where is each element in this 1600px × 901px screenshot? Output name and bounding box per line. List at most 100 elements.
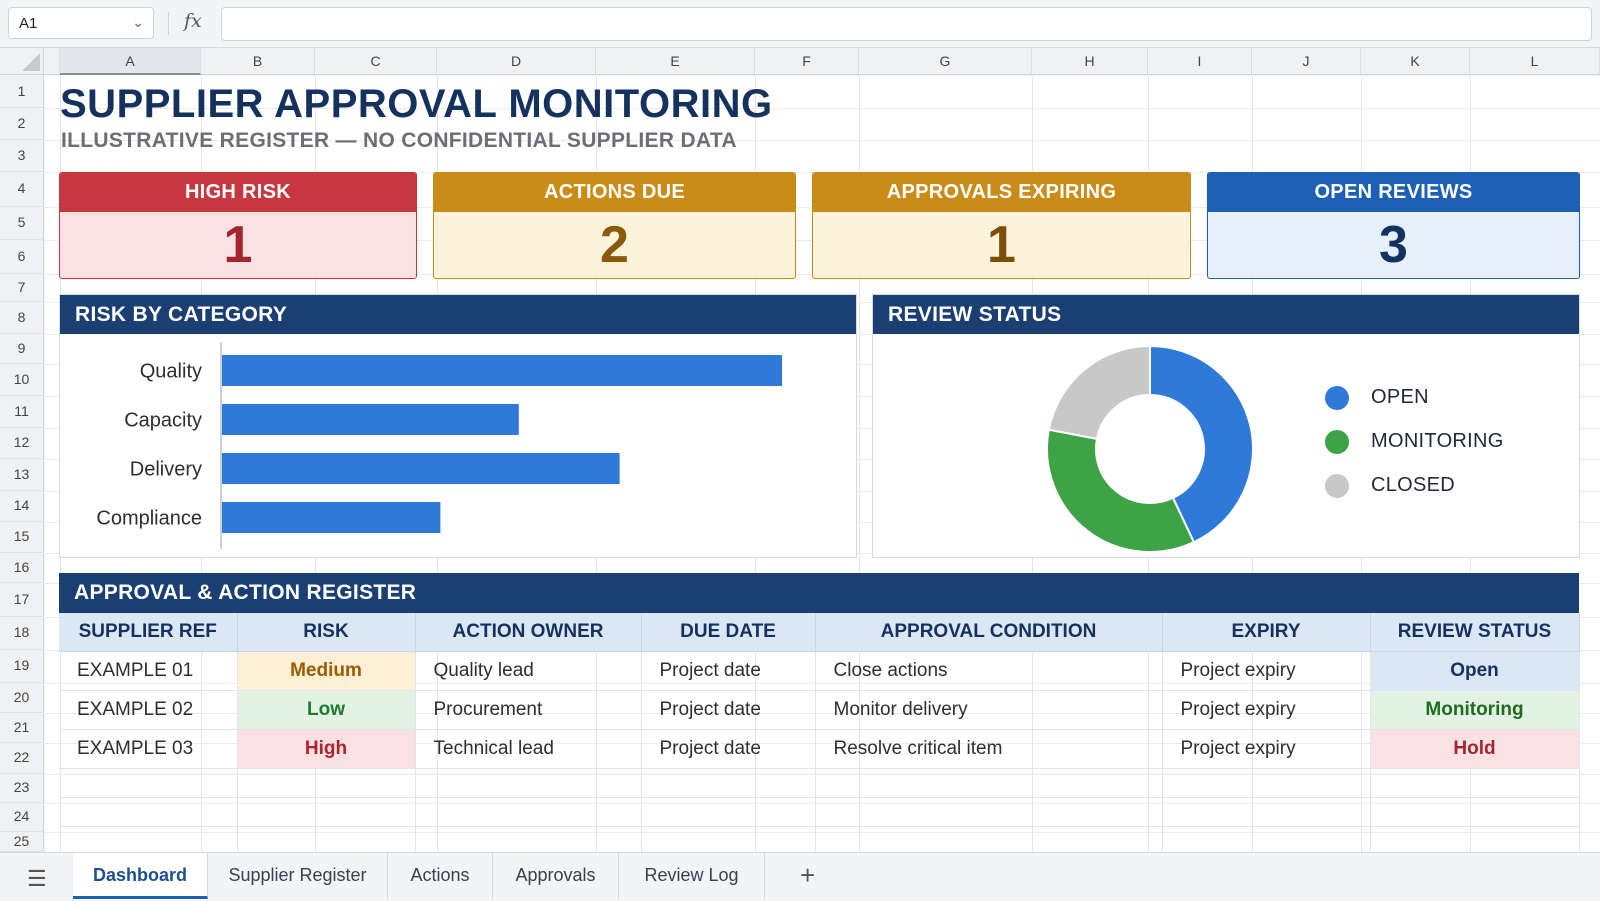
empty-cell[interactable] (1162, 768, 1371, 798)
row-header-3[interactable]: 3 (0, 140, 44, 172)
row-header-21[interactable]: 21 (0, 713, 44, 743)
column-header-review-status[interactable]: REVIEW STATUS (1370, 613, 1580, 652)
empty-cell[interactable] (415, 768, 642, 798)
kpi-card-actions-due[interactable]: ACTIONS DUE 2 (433, 172, 796, 279)
row-header-5[interactable]: 5 (0, 207, 44, 240)
select-all-corner[interactable] (0, 48, 44, 75)
row-header-17[interactable]: 17 (0, 583, 44, 617)
fx-icon[interactable]: fx (184, 10, 202, 32)
cell-expiry[interactable]: Project expiry (1162, 690, 1371, 730)
column-header-l[interactable]: L (1470, 48, 1600, 75)
column-header-due-date[interactable]: DUE DATE (641, 613, 816, 652)
column-header-supplier-ref[interactable]: SUPPLIER REF (59, 613, 238, 652)
row-header-23[interactable]: 23 (0, 774, 44, 803)
empty-cell[interactable] (1162, 797, 1371, 827)
cell-risk[interactable]: Medium (237, 651, 416, 691)
cell-supplier-ref[interactable]: EXAMPLE 01 (59, 651, 238, 691)
row-header-24[interactable]: 24 (0, 803, 44, 832)
column-header-c[interactable]: C (315, 48, 437, 75)
empty-cell[interactable] (59, 768, 238, 798)
cell-action-owner[interactable]: Procurement (415, 690, 642, 730)
row-header-1[interactable]: 1 (0, 76, 44, 108)
column-header-risk[interactable]: RISK (237, 613, 416, 652)
empty-cell[interactable] (641, 768, 816, 798)
cell-action-owner[interactable]: Quality lead (415, 651, 642, 691)
row-header-10[interactable]: 10 (0, 364, 44, 396)
column-header-e[interactable]: E (596, 48, 755, 75)
cell-approval-condition[interactable]: Resolve critical item (815, 729, 1163, 769)
cell-supplier-ref[interactable]: EXAMPLE 03 (59, 729, 238, 769)
row-header-18[interactable]: 18 (0, 617, 44, 650)
empty-cell[interactable] (1370, 797, 1580, 827)
kpi-card-high-risk[interactable]: HIGH RISK 1 (59, 172, 417, 279)
column-header-action-owner[interactable]: ACTION OWNER (415, 613, 642, 652)
empty-cell[interactable] (1370, 768, 1580, 798)
cell-expiry[interactable]: Project expiry (1162, 729, 1371, 769)
column-header-gutter[interactable] (45, 48, 60, 75)
row-header-2[interactable]: 2 (0, 108, 44, 140)
row-header-16[interactable]: 16 (0, 553, 44, 583)
kpi-card-open-reviews[interactable]: OPEN REVIEWS 3 (1207, 172, 1580, 279)
row-header-22[interactable]: 22 (0, 743, 44, 774)
column-header-a[interactable]: A (60, 48, 201, 75)
cell-due-date[interactable]: Project date (641, 729, 816, 769)
row-header-11[interactable]: 11 (0, 396, 44, 428)
formula-input[interactable] (221, 7, 1592, 41)
row-header-6[interactable]: 6 (0, 240, 44, 274)
column-header-j[interactable]: J (1252, 48, 1361, 75)
row-header-15[interactable]: 15 (0, 522, 44, 553)
name-box[interactable]: A1 ⌄ (8, 7, 154, 39)
cell-review-status[interactable]: Monitoring (1370, 690, 1580, 730)
tab-actions[interactable]: Actions (388, 853, 493, 899)
tab-supplier-register[interactable]: Supplier Register (208, 853, 388, 899)
row-header-19[interactable]: 19 (0, 650, 44, 683)
column-header-expiry[interactable]: EXPIRY (1162, 613, 1371, 652)
tab-review-log[interactable]: Review Log (619, 853, 765, 899)
bar-quality[interactable] (222, 355, 782, 386)
tab-approvals[interactable]: Approvals (493, 853, 619, 899)
bar-compliance[interactable] (222, 502, 441, 533)
empty-cell[interactable] (815, 768, 1163, 798)
row-header-12[interactable]: 12 (0, 428, 44, 459)
cell-due-date[interactable]: Project date (641, 690, 816, 730)
empty-cell[interactable] (59, 797, 238, 827)
row-header-4[interactable]: 4 (0, 172, 44, 207)
column-header-b[interactable]: B (201, 48, 315, 75)
row-header-9[interactable]: 9 (0, 334, 44, 364)
empty-cell[interactable] (641, 797, 816, 827)
row-header-13[interactable]: 13 (0, 459, 44, 491)
cell-approval-condition[interactable]: Close actions (815, 651, 1163, 691)
risk-bar-chart[interactable]: Quality Capacity Delivery Compliance (60, 334, 856, 557)
cell-approval-condition[interactable]: Monitor delivery (815, 690, 1163, 730)
row-header-14[interactable]: 14 (0, 491, 44, 522)
row-header-7[interactable]: 7 (0, 274, 44, 302)
row-header-8[interactable]: 8 (0, 302, 44, 334)
cell-supplier-ref[interactable]: EXAMPLE 02 (59, 690, 238, 730)
hamburger-menu-icon[interactable]: ☰ (27, 866, 47, 892)
column-header-i[interactable]: I (1148, 48, 1252, 75)
kpi-card-approvals-expiring[interactable]: APPROVALS EXPIRING 1 (812, 172, 1191, 279)
tab-dashboard[interactable]: Dashboard (73, 853, 208, 899)
cell-review-status[interactable]: Hold (1370, 729, 1580, 769)
column-header-k[interactable]: K (1361, 48, 1470, 75)
column-header-f[interactable]: F (755, 48, 859, 75)
empty-cell[interactable] (415, 797, 642, 827)
column-header-d[interactable]: D (437, 48, 596, 75)
cell-action-owner[interactable]: Technical lead (415, 729, 642, 769)
cell-due-date[interactable]: Project date (641, 651, 816, 691)
empty-cell[interactable] (237, 797, 416, 827)
bar-delivery[interactable] (222, 453, 620, 484)
empty-cell[interactable] (237, 768, 416, 798)
bar-capacity[interactable] (222, 404, 519, 435)
row-header-20[interactable]: 20 (0, 683, 44, 713)
donut-slice-closed[interactable] (1047, 344, 1151, 441)
cell-review-status[interactable]: Open (1370, 651, 1580, 691)
donut-slice-monitoring[interactable] (1046, 428, 1196, 553)
cell-risk[interactable]: Low (237, 690, 416, 730)
column-header-g[interactable]: G (859, 48, 1032, 75)
chevron-down-icon[interactable]: ⌄ (132, 14, 144, 31)
column-header-approval-condition[interactable]: APPROVAL CONDITION (815, 613, 1163, 652)
column-header-h[interactable]: H (1032, 48, 1148, 75)
empty-cell[interactable] (815, 797, 1163, 827)
plus-icon[interactable]: + (800, 860, 815, 891)
